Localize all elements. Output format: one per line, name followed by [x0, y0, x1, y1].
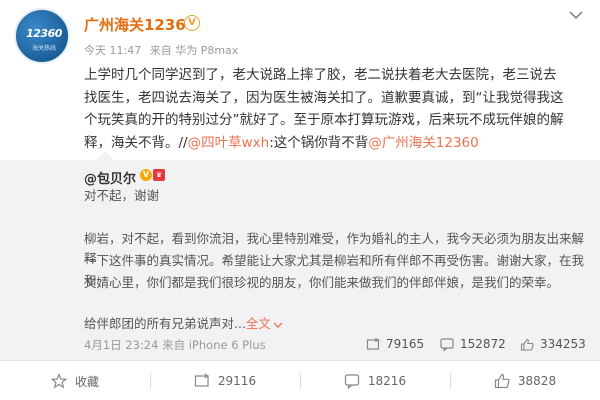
comment-button[interactable]: 18216: [300, 361, 450, 400]
avatar-text: 12360: [26, 27, 62, 40]
action-bar: 收藏 29116 18216 38828: [0, 360, 600, 400]
favorite-button[interactable]: 收藏: [0, 361, 150, 400]
chevron-down-icon[interactable]: [567, 8, 585, 22]
like-button[interactable]: 38828: [450, 361, 600, 400]
original-text-line: 对不起，谢谢: [84, 188, 160, 203]
original-text-line: 文婧心里，你们都是我们很珍视的朋友，你们能来做我们的伴郎伴娘，是我们的荣幸。: [84, 275, 560, 290]
post-text-line: 找医生，老四说去海关了，因为医生被海关扣了。道歉要真诚，到“让我觉得我这: [84, 89, 564, 106]
verified-badge-icon: V: [140, 169, 152, 181]
post-time[interactable]: 今天 11:47: [84, 44, 141, 57]
post-header: 12360 海关热线 广州海关12360 V 今天 11:47 来自 华为 P8…: [0, 0, 600, 64]
post-text-line: 个玩笑真的开的特别过分”就好了。至于原本打算玩游戏，后来玩不成玩伴娘的解: [84, 112, 564, 128]
repost-pointer: [96, 151, 114, 160]
thumbs-up-icon: [520, 338, 534, 351]
original-like-count[interactable]: 334253: [520, 336, 586, 352]
expand-full-text-link[interactable]: 全文: [246, 316, 283, 331]
original-text-line: 给伴郎团的所有兄弟说声对...全文: [84, 314, 592, 334]
original-author[interactable]: @包贝尔: [84, 168, 136, 187]
expand-label: 全文: [245, 316, 271, 331]
repost-count: 79165: [386, 337, 425, 351]
post-text-fragment: :这个锅你背不背: [269, 134, 369, 151]
original-repost-count[interactable]: 79165: [366, 336, 424, 352]
post-text-fragment: 释，海关不背。//: [84, 134, 188, 151]
comment-icon: [440, 338, 454, 351]
comment-count: 18216: [367, 374, 407, 388]
mention-link[interactable]: @四叶草wxh: [188, 135, 270, 151]
vip-crown-icon: ♛: [153, 169, 165, 181]
like-count: 334253: [540, 337, 586, 351]
verified-icon: V: [184, 15, 200, 31]
author-name[interactable]: 广州海关12360: [84, 14, 196, 35]
avatar-subtext: 海关热线: [31, 45, 56, 52]
chevron-down-icon: [273, 322, 283, 328]
original-comment-count[interactable]: 152872: [440, 336, 506, 352]
star-icon: [50, 373, 67, 389]
original-text-fragment: 给伴郎团的所有兄弟说声对...: [84, 316, 246, 331]
avatar[interactable]: 12360 海关热线: [14, 8, 70, 64]
like-count: 38828: [517, 374, 557, 388]
post-text-line: 上学时几个同学迟到了，老大说路上摔了胶，老二说扶着老大去医院，老三说去: [84, 67, 557, 83]
post-source: 来自 华为 P8max: [149, 44, 239, 57]
repost-icon: [366, 338, 380, 350]
comment-count: 152872: [460, 337, 506, 351]
repost-count: 29116: [217, 374, 257, 388]
post-text-line: 释，海关不背。//@四叶草wxh:这个锅你背不背@广州海关12360: [84, 132, 592, 155]
post-text: 上学时几个同学迟到了，老大说路上摔了胶，老二说扶着老大去医院，老三说去 找医生，…: [84, 64, 592, 154]
repost-button[interactable]: 29116: [150, 361, 300, 400]
thumbs-up-icon: [494, 373, 510, 389]
comment-icon: [344, 374, 360, 389]
post-meta: 今天 11:47 来自 华为 P8max: [84, 42, 243, 58]
mention-link[interactable]: @广州海关12360: [368, 135, 478, 151]
favorite-label: 收藏: [74, 374, 99, 389]
original-post-time[interactable]: 4月1日 23:24 来自 iPhone 6 Plus: [84, 337, 266, 353]
repost-icon: [194, 373, 210, 387]
